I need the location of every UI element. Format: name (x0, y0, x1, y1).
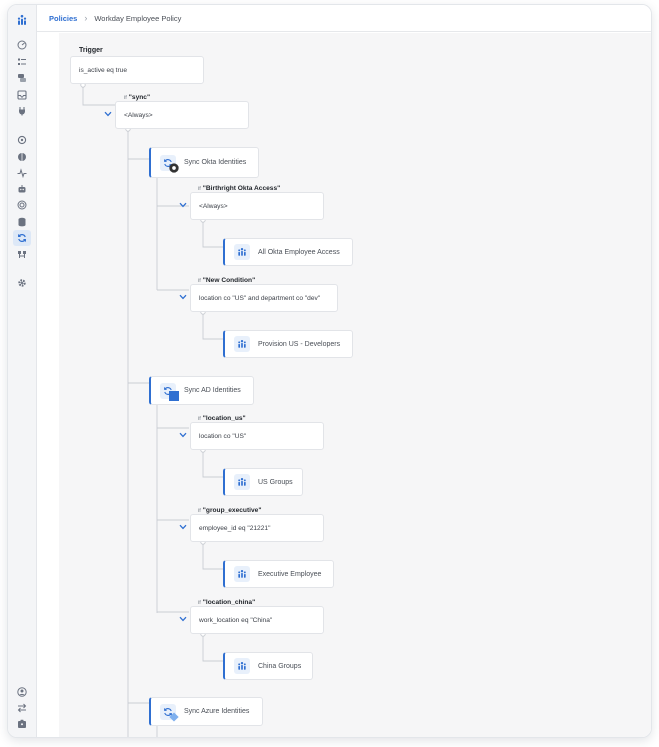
connector-lines (80, 82, 223, 737)
group-label: China Groups (258, 662, 302, 670)
action-label: Sync AD Identities (184, 387, 241, 394)
chevron-down-icon[interactable] (179, 524, 187, 530)
group-node[interactable]: All Okta Employee Access (223, 238, 353, 266)
sync-icon (160, 703, 179, 721)
chevron-right-icon: › (84, 13, 88, 23)
puzzle-icon[interactable] (13, 132, 31, 148)
chevron-down-icon[interactable] (179, 294, 187, 300)
sidebar (8, 5, 37, 737)
group-node[interactable]: China Groups (223, 652, 313, 680)
chevron-down-icon[interactable] (179, 616, 187, 622)
windows-logo-icon (169, 390, 179, 401)
chat-icon[interactable] (13, 70, 31, 86)
list-icon[interactable] (13, 54, 31, 70)
chevron-down-icon[interactable] (179, 432, 187, 438)
breadcrumb-policies-link[interactable]: Policies (49, 14, 77, 23)
breadcrumb: Policies › Workday Employee Policy (37, 5, 651, 32)
condition-title: if "location_china" (198, 599, 256, 606)
policy-canvas[interactable]: Trigger is_active eq true if "sync" <Alwa… (37, 33, 651, 737)
condition-title: if "Birthright Okta Access" (198, 185, 281, 192)
condition-title: if "New Condition" (198, 277, 256, 284)
condition-node-sync[interactable]: <Always> (115, 101, 249, 129)
chevron-down-icon[interactable] (179, 202, 187, 208)
globe-icon[interactable] (13, 149, 31, 165)
condition-node[interactable]: location co "US" and department co "dev" (190, 284, 338, 312)
action-sync-azure[interactable]: Sync Azure Identities (149, 697, 263, 726)
group-label: US Groups (258, 478, 293, 486)
badge-icon[interactable] (13, 716, 31, 732)
action-label: Sync Okta Identities (184, 159, 247, 166)
condition-value: <Always> (124, 111, 153, 119)
group-node[interactable]: Provision US - Developers (223, 330, 353, 358)
condition-title: if "location_us" (198, 415, 246, 422)
condition-value: location co "US" (199, 432, 247, 440)
action-label: Sync Azure Identities (184, 708, 250, 715)
database-icon[interactable] (13, 214, 31, 230)
swap-icon[interactable] (13, 700, 31, 716)
settings-icon[interactable] (13, 275, 31, 291)
action-sync-ad[interactable]: Sync AD Identities (149, 376, 254, 405)
group-label: All Okta Employee Access (258, 248, 340, 256)
group-icon (234, 566, 250, 582)
sync-icon[interactable] (13, 230, 31, 246)
sync-icon (160, 382, 179, 401)
group-icon (234, 244, 250, 260)
user-icon[interactable] (13, 684, 31, 700)
inbox-icon[interactable] (13, 87, 31, 103)
azure-logo-icon (169, 712, 179, 721)
app-window: Policies › Workday Employee Policy Trigg… (7, 4, 652, 738)
plug-icon[interactable] (13, 103, 31, 119)
activity-icon[interactable] (13, 165, 31, 181)
trigger-title: Trigger (79, 47, 103, 54)
okta-logo-icon (169, 162, 179, 173)
logo-icon[interactable] (13, 11, 31, 29)
condition-value: employee_id eq "21221" (199, 524, 271, 532)
flow-icon[interactable] (13, 247, 31, 263)
condition-value: work_location eq "China" (199, 616, 273, 624)
chevron-down-icon[interactable] (104, 111, 112, 117)
condition-title: if "sync" (124, 94, 151, 101)
target-icon[interactable] (13, 197, 31, 213)
group-node[interactable]: US Groups (223, 468, 303, 496)
condition-node[interactable]: <Always> (190, 192, 324, 220)
bot-icon[interactable] (13, 181, 31, 197)
condition-node[interactable]: work_location eq "China" (190, 606, 324, 634)
condition-node[interactable]: employee_id eq "21221" (190, 514, 324, 542)
sync-icon (160, 154, 179, 173)
group-icon (234, 658, 250, 674)
condition-value: <Always> (199, 202, 228, 210)
condition-value: location co "US" and department co "dev" (199, 294, 321, 302)
dashboard-icon[interactable] (13, 37, 31, 53)
page-title: Workday Employee Policy (94, 13, 182, 23)
condition-node[interactable]: location co "US" (190, 422, 324, 450)
group-node[interactable]: Executive Employee (223, 560, 334, 588)
trigger-condition: is_active eq true (79, 66, 128, 74)
action-sync-okta[interactable]: Sync Okta Identities (149, 147, 259, 178)
group-label: Provision US - Developers (258, 340, 341, 348)
trigger-node[interactable]: is_active eq true (70, 56, 204, 84)
condition-title: if "group_executive" (198, 507, 262, 514)
group-icon (234, 336, 250, 352)
group-icon (234, 474, 250, 490)
group-label: Executive Employee (258, 570, 322, 578)
